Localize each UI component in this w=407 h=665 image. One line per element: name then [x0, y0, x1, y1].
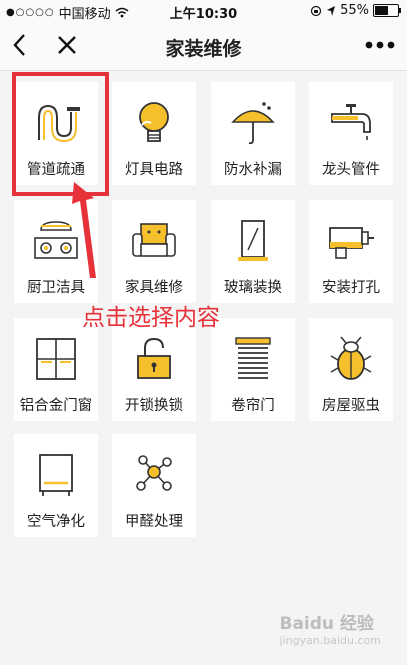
more-icon[interactable]	[363, 32, 397, 58]
service-tile-aluminium-window[interactable]: 铝合金门窗	[14, 318, 98, 421]
tile-label: 卷帘门	[231, 398, 275, 414]
status-right: 55%	[310, 3, 401, 18]
battery-icon	[373, 4, 401, 17]
tile-label: 空气净化	[27, 514, 85, 530]
status-bar: ●○○○○ 中国移动 上午10:30 55%	[0, 0, 407, 22]
lock-icon	[137, 337, 171, 379]
window-icon	[36, 338, 76, 380]
tile-label: 安装打孔	[322, 280, 380, 296]
bug-icon	[330, 336, 372, 380]
service-tile-lighting[interactable]: 灯具电路	[112, 82, 196, 185]
battery-percent: 55%	[340, 3, 369, 18]
service-tile-air-purification[interactable]: 空气净化	[14, 434, 98, 537]
tile-label: 开锁换锁	[125, 398, 183, 414]
service-tile-waterproof[interactable]: 防水补漏	[211, 82, 295, 185]
tile-label: 家具维修	[125, 280, 183, 296]
umbrella-icon	[231, 102, 275, 145]
tile-label: 铝合金门窗	[19, 398, 93, 414]
tile-label: 灯具电路	[125, 162, 183, 178]
service-tile-locksmith[interactable]: 开锁换锁	[112, 318, 196, 421]
shutter-icon	[235, 337, 271, 379]
glass-icon	[238, 220, 268, 261]
sofa-icon	[132, 223, 176, 257]
service-tile-formaldehyde[interactable]: 甲醛处理	[112, 434, 196, 537]
service-tile-faucet[interactable]: 龙头管件	[309, 82, 393, 185]
watermark: Baidu 经验 jingyan.baidu.com	[279, 609, 381, 647]
tile-label: 房屋驱虫	[322, 398, 380, 414]
tile-label: 甲醛处理	[125, 514, 183, 530]
tile-label: 防水补漏	[224, 162, 282, 178]
service-tile-furniture[interactable]: 家具维修	[112, 200, 196, 303]
air-purifier-icon	[39, 454, 73, 496]
faucet-icon	[331, 104, 371, 140]
lightbulb-icon	[139, 102, 169, 142]
nav-bar: 家装维修	[0, 22, 407, 71]
annotation-text: 点击选择内容	[82, 305, 220, 331]
service-tile-glass[interactable]: 玻璃装换	[211, 200, 295, 303]
service-tile-pest-control[interactable]: 房屋驱虫	[309, 318, 393, 421]
page-title: 家装维修	[165, 38, 242, 60]
service-tile-rolling-door[interactable]: 卷帘门	[211, 318, 295, 421]
drill-icon	[329, 227, 374, 259]
watermark-brand: Baidu 经验	[279, 614, 374, 634]
molecule-icon	[136, 455, 172, 491]
annotation-arrow-icon	[72, 182, 96, 278]
watermark-url: jingyan.baidu.com	[279, 634, 381, 647]
tile-label: 龙头管件	[322, 162, 380, 178]
tile-label: 玻璃装换	[224, 280, 282, 296]
location-icon	[327, 5, 336, 16]
service-tile-drilling[interactable]: 安装打孔	[309, 200, 393, 303]
highlight-box	[12, 72, 109, 196]
rotation-lock-icon	[310, 5, 322, 16]
